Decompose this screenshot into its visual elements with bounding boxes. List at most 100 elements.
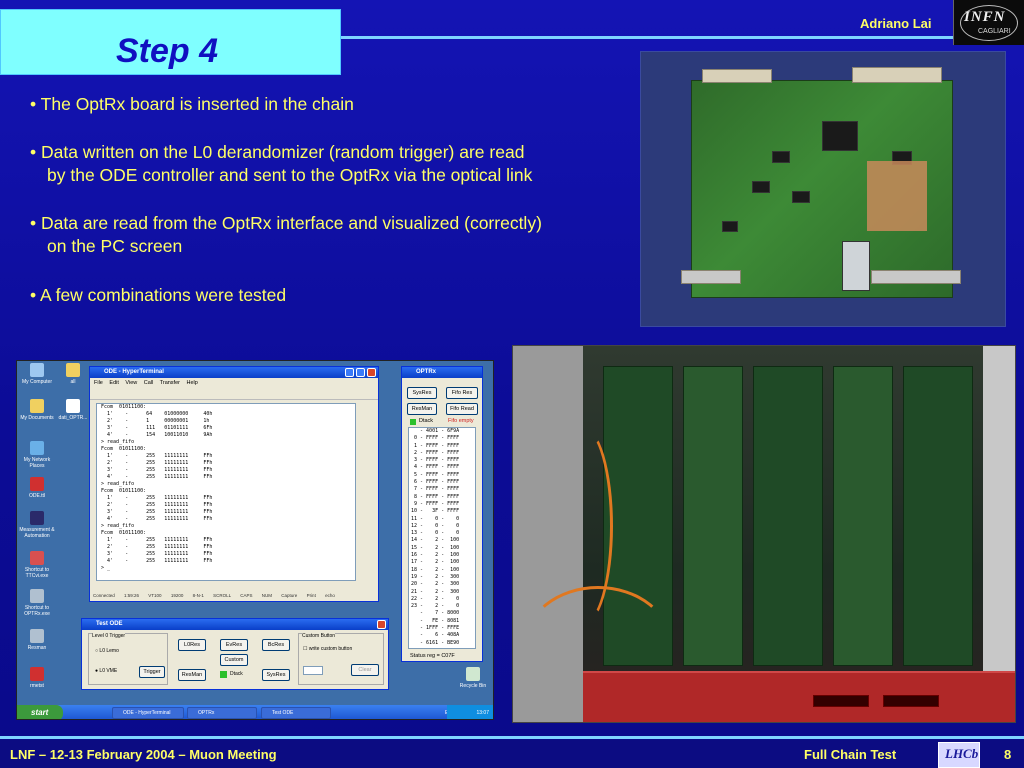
fifo-res-button[interactable]: Fifo Res (446, 387, 478, 399)
data-row: 20 - 2 - 300 (411, 581, 460, 588)
desktop-icon-dati[interactable]: dati_OPTR... (53, 399, 93, 421)
hyperterminal-statusbar: Connected 1:59:26 VT100 19200 8-N-1 SCRO… (90, 591, 378, 601)
write-custom-checkbox[interactable]: ☐ write custom button (303, 646, 352, 652)
fifo-read-button[interactable]: Fifo Read (446, 403, 478, 415)
desktop-icon-network[interactable]: My Network Places (17, 441, 57, 469)
terminal-line: 4' - 255 11111111 FFh (101, 474, 213, 480)
terminal-line: 1' - 255 11111111 FFh (101, 495, 213, 501)
test-ode-window[interactable]: Test ODE Level 0 Trigger ○ L0 Lemo ● L0 … (81, 618, 389, 690)
menu-view[interactable]: View (125, 380, 137, 386)
bullet-4-text: • A few combinations were tested (30, 285, 287, 305)
display-panel (883, 695, 939, 707)
hyperterminal-window[interactable]: ODE - HyperTerminal File Edit View Call … (89, 366, 379, 602)
data-row: 1 - FFFF - FFFF (411, 442, 460, 449)
desktop-icon-all[interactable]: all (53, 363, 93, 385)
radio-l0-vme[interactable]: ● L0 VME (95, 668, 117, 674)
task-hyperterminal[interactable]: ODE - HyperTerminal (112, 707, 184, 719)
display-panel (813, 695, 869, 707)
custom-button[interactable]: Custom (220, 654, 248, 666)
data-row: 0 - FFFF - FFFF (411, 435, 460, 442)
desktop-icon-measurement[interactable]: Measurement & Automation (17, 511, 57, 539)
terminal-line: 2' - 255 11111111 FFh (101, 544, 213, 550)
menu-edit[interactable]: Edit (109, 380, 118, 386)
data-row: 22 - 2 - 0 (411, 595, 460, 602)
resman-button[interactable]: ResMan (178, 669, 206, 681)
bcres-button[interactable]: BcRes (262, 639, 290, 651)
desktop-icon-mycomputer[interactable]: My Computer (17, 363, 57, 385)
test-ode-dtack-label: Dtack (230, 671, 243, 677)
data-row: 17 - 2 - 100 (411, 559, 460, 566)
desktop-icon-rmetst[interactable]: rmetst (17, 667, 57, 689)
terminal-output[interactable]: Fcom 01011100: 1' - 64 01000000 40h 2' -… (96, 403, 356, 581)
optrx-data-list[interactable]: - 4001 - 6F9A 0 - FFFF - FFFF 1 - FFFF -… (408, 427, 476, 649)
evres-button[interactable]: EvRes (220, 639, 248, 651)
menu-help[interactable]: Help (187, 380, 198, 386)
dtack-led-icon (220, 671, 227, 678)
infn-logo: INFN CAGLIARI (953, 0, 1024, 45)
desktop-icon-recyclebin[interactable]: Recycle Bin (453, 667, 493, 689)
terminal-line: Fcom 01011100: (101, 488, 147, 494)
close-icon[interactable] (367, 368, 376, 377)
data-row: 5 - FFFF - FFFF (411, 471, 460, 478)
data-row: 12 - 0 - 0 (411, 522, 460, 529)
network-icon (30, 441, 44, 455)
footer-divider (0, 736, 1024, 739)
taskbar: start ODE - HyperTerminal OPTRx Test ODE… (17, 705, 493, 719)
start-button[interactable]: start (17, 705, 63, 719)
desktop-icon-resman[interactable]: Resman (17, 629, 57, 651)
menu-call[interactable]: Call (144, 380, 153, 386)
bullet-2: • Data written on the L0 derandomizer (r… (30, 141, 532, 187)
l0res-button[interactable]: L0Res (178, 639, 206, 651)
desktop-icon-optrx[interactable]: Shortcut to OPTRx.exe (17, 589, 57, 617)
terminal-line: Fcom 01011100: (101, 404, 147, 410)
desktop-icon-ttcvi[interactable]: Shortcut to TTCvi.exe (17, 551, 57, 579)
lhcb-logo-text: LHCb (945, 746, 979, 761)
terminal-line: Fcom 01011100: (101, 446, 147, 452)
sysres-button[interactable]: SysRes (262, 669, 290, 681)
hyperterminal-toolbar (90, 388, 378, 400)
measurement-icon (30, 511, 44, 525)
desktop-icon-mydocuments[interactable]: My Documents (17, 399, 57, 421)
task-test-ode[interactable]: Test ODE (261, 707, 331, 719)
terminal-line: 1' - 64 01000000 40h (101, 411, 213, 417)
title-box: Step 4 (0, 9, 341, 75)
radio-l0-lemo[interactable]: ○ L0 Lemo (95, 648, 119, 654)
rack-card (903, 366, 973, 666)
hyperterminal-menu[interactable]: File Edit View Call Transfer Help (90, 378, 378, 388)
terminal-line: > read_fifo (101, 439, 135, 445)
close-icon[interactable] (377, 620, 386, 629)
chip (792, 191, 810, 203)
terminal-line: > read_fifo (101, 481, 135, 487)
app-icon (30, 629, 44, 643)
optrx-titlebar[interactable]: OPTRx (402, 367, 482, 378)
file-icon (66, 399, 80, 413)
menu-transfer[interactable]: Transfer (160, 380, 180, 386)
data-row: 18 - 2 - 100 (411, 566, 460, 573)
task-optrx[interactable]: OPTRx (187, 707, 257, 719)
front-panel (871, 270, 961, 284)
sysres-button[interactable]: SysRes (407, 387, 437, 399)
computer-icon (30, 363, 44, 377)
trigger-button[interactable]: Trigger (139, 666, 165, 678)
data-row: 4 - FFFF - FFFF (411, 464, 460, 471)
terminal-line: 3' - 255 11111111 FFh (101, 467, 213, 473)
footer-event: LNF – 12-13 February 2004 – Muon Meeting (10, 747, 277, 762)
menu-file[interactable]: File (94, 380, 103, 386)
data-row: - 6 - 408A (411, 632, 460, 639)
terminal-line: > _ (101, 565, 111, 571)
status-num: NUM (261, 593, 273, 598)
desktop-icon-ode[interactable]: ODE.ttl (17, 477, 57, 499)
custom-value-input[interactable] (303, 666, 323, 675)
page-number: 8 (1004, 747, 1012, 762)
optrx-window[interactable]: OPTRx SysRes Fifo Res ResMan Fifo Read D… (401, 366, 483, 662)
terminal-line: 3' - 255 11111111 FFh (101, 551, 213, 557)
data-row: - 6161 - BE90 (411, 639, 460, 646)
bullet-2-line2: by the ODE controller and sent to the Op… (47, 165, 533, 185)
minimize-icon[interactable] (345, 368, 354, 377)
test-ode-titlebar[interactable]: Test ODE (82, 619, 388, 630)
maximize-icon[interactable] (356, 368, 365, 377)
clear-button[interactable]: Clear (351, 664, 379, 676)
resman-button[interactable]: ResMan (407, 403, 437, 415)
hyperterminal-titlebar[interactable]: ODE - HyperTerminal (90, 367, 378, 378)
hyperterminal-title: ODE - HyperTerminal (104, 369, 164, 375)
